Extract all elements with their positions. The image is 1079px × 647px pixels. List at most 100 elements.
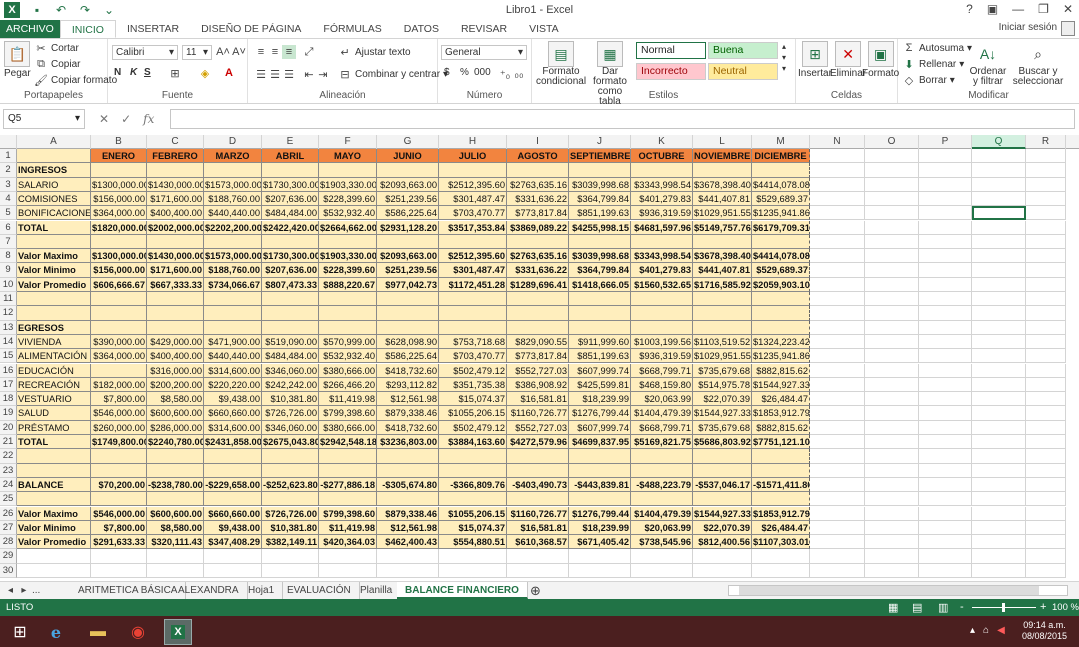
table-cell[interactable]: $882,815.62	[752, 420, 810, 435]
table-cell[interactable]	[865, 206, 919, 221]
table-cell[interactable]	[507, 163, 569, 178]
table-cell[interactable]: $220,220.00	[204, 377, 262, 393]
column-header-g[interactable]: G	[377, 135, 439, 149]
table-cell[interactable]	[693, 163, 752, 178]
table-cell[interactable]	[262, 234, 319, 250]
row-label-cell[interactable]: INGRESOS	[17, 163, 91, 178]
table-cell[interactable]	[631, 306, 693, 321]
row-header[interactable]: 12	[0, 306, 17, 321]
table-cell[interactable]: $546,000.00	[91, 506, 147, 521]
table-cell[interactable]: $1903,330.00	[319, 177, 377, 192]
tray-expand-icon[interactable]: ▴	[970, 625, 975, 636]
shrink-font-button[interactable]: A˅	[232, 45, 246, 59]
table-cell[interactable]	[204, 549, 262, 564]
table-cell[interactable]	[204, 492, 262, 507]
table-cell[interactable]	[569, 320, 631, 335]
table-cell[interactable]: $7,800.00	[91, 520, 147, 536]
decrease-decimal-button[interactable]: ₀₀	[512, 67, 526, 81]
table-cell[interactable]	[377, 163, 439, 178]
table-cell[interactable]	[507, 563, 569, 578]
insert-function-button[interactable]: fx	[143, 112, 154, 126]
table-cell[interactable]	[919, 320, 972, 335]
row-label-cell[interactable]	[17, 234, 91, 250]
table-cell[interactable]: $1418,666.05	[569, 277, 631, 292]
row-label-cell[interactable]: TOTAL	[17, 435, 91, 450]
column-header-i[interactable]: I	[507, 135, 569, 149]
table-cell[interactable]	[865, 435, 919, 450]
table-cell[interactable]: $1544,927.33	[752, 377, 810, 393]
table-cell[interactable]	[972, 377, 1026, 393]
table-cell[interactable]	[919, 177, 972, 192]
table-cell[interactable]	[1026, 563, 1066, 578]
table-cell[interactable]	[810, 506, 865, 521]
table-cell[interactable]: $5686,803.92	[693, 435, 752, 450]
table-cell[interactable]	[507, 320, 569, 335]
table-cell[interactable]: $16,581.81	[507, 520, 569, 536]
fill-color-button[interactable]: ◈	[198, 66, 212, 80]
table-cell[interactable]: $554,880.51	[439, 535, 507, 550]
row-header[interactable]: 8	[0, 249, 17, 264]
table-cell[interactable]	[1026, 406, 1066, 421]
style-good[interactable]: Buena	[708, 42, 778, 59]
table-cell[interactable]: $346,060.00	[262, 420, 319, 435]
table-cell[interactable]: $773,817.84	[507, 349, 569, 364]
table-cell[interactable]	[1026, 163, 1066, 178]
sheet-nav[interactable]: ◂ ▸ ...	[0, 582, 70, 599]
font-name-select[interactable]: Calibri ▾	[112, 45, 178, 60]
column-header-m[interactable]: M	[752, 135, 810, 149]
tab-insertar[interactable]: INSERTAR	[116, 20, 190, 38]
table-cell[interactable]: $3236,803.00	[377, 435, 439, 450]
wrap-text-button[interactable]: ↵ Ajustar texto	[338, 45, 410, 59]
tab-archivo[interactable]: ARCHIVO	[0, 20, 60, 38]
sheet-tab-balance-financiero[interactable]: BALANCE FINANCIERO	[397, 582, 528, 599]
table-cell[interactable]: $799,398.60	[319, 406, 377, 421]
horizontal-scrollbar[interactable]	[728, 585, 1068, 596]
row-header[interactable]: 15	[0, 349, 17, 364]
table-cell[interactable]	[377, 563, 439, 578]
table-cell[interactable]: $514,975.78	[693, 377, 752, 393]
table-cell[interactable]: $668,799.71	[631, 420, 693, 435]
table-cell[interactable]: $20,063.99	[631, 520, 693, 536]
table-cell[interactable]: $462,400.43	[377, 535, 439, 550]
table-cell[interactable]	[262, 492, 319, 507]
table-cell[interactable]	[919, 334, 972, 350]
table-cell[interactable]: $1235,941.86	[752, 206, 810, 221]
increase-indent-button[interactable]: ⇥	[316, 67, 330, 81]
table-cell[interactable]: $2942,548.18	[319, 435, 377, 450]
table-cell[interactable]	[810, 277, 865, 292]
table-cell[interactable]	[972, 449, 1026, 464]
font-size-select[interactable]: 11 ▾	[182, 45, 212, 60]
zoom-level[interactable]: 100 %	[1052, 602, 1079, 613]
table-cell[interactable]	[569, 549, 631, 564]
table-cell[interactable]: $171,600.00	[147, 191, 204, 207]
row-header[interactable]: 23	[0, 463, 17, 478]
table-cell[interactable]	[569, 449, 631, 464]
table-cell[interactable]	[91, 549, 147, 564]
table-cell[interactable]	[865, 277, 919, 292]
row-label-cell[interactable]: ALIMENTACIÓN	[17, 349, 91, 364]
table-cell[interactable]: $351,735.38	[439, 377, 507, 393]
table-cell[interactable]: $2202,200.00	[204, 220, 262, 235]
table-cell[interactable]	[752, 563, 810, 578]
table-cell[interactable]	[262, 463, 319, 478]
table-cell[interactable]	[865, 363, 919, 378]
table-cell[interactable]: $882,815.62	[752, 363, 810, 378]
table-cell[interactable]: $18,239.99	[569, 520, 631, 536]
table-cell[interactable]: $2093,663.00	[377, 177, 439, 192]
format-painter-button[interactable]: 🖌 Copiar formato	[34, 73, 117, 87]
table-cell[interactable]	[972, 292, 1026, 307]
table-cell[interactable]: $1300,000.00	[91, 177, 147, 192]
table-cell[interactable]	[919, 306, 972, 321]
table-cell[interactable]: $9,438.00	[204, 520, 262, 536]
table-cell[interactable]: $726,726.00	[262, 506, 319, 521]
table-cell[interactable]: -$252,623.80	[262, 477, 319, 493]
table-cell[interactable]: $1573,000.00	[204, 177, 262, 192]
table-cell[interactable]: $753,718.68	[439, 334, 507, 350]
table-cell[interactable]	[865, 163, 919, 178]
table-cell[interactable]	[439, 292, 507, 307]
table-cell[interactable]: $251,239.56	[377, 191, 439, 207]
table-cell[interactable]: $1029,951.55	[693, 349, 752, 364]
table-cell[interactable]	[865, 334, 919, 350]
table-cell[interactable]	[972, 406, 1026, 421]
table-cell[interactable]: -$305,674.80	[377, 477, 439, 493]
